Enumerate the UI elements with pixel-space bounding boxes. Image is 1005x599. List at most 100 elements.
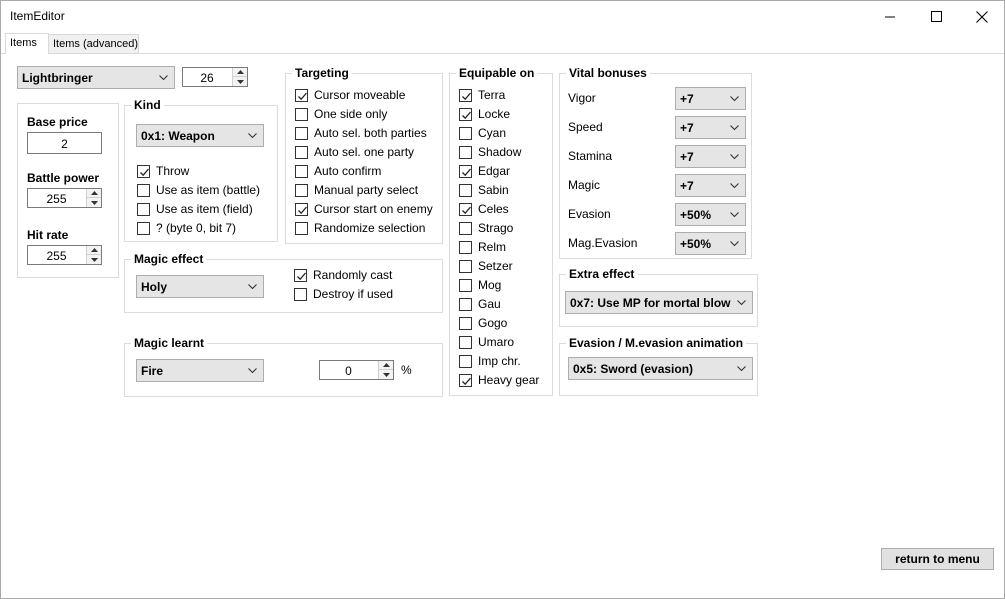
checkbox-label: Shadow	[478, 145, 522, 159]
tab-items[interactable]: Items	[5, 33, 49, 54]
checkbox-label: Randomize selection	[314, 221, 426, 235]
arrow-up-icon	[90, 248, 98, 252]
checkbox-box	[459, 89, 472, 102]
vital-label: Vigor	[568, 91, 596, 105]
vital-select-magic[interactable]: +7	[675, 174, 746, 197]
stepper-up-button[interactable]	[233, 68, 247, 77]
checkbox-box	[459, 146, 472, 159]
checkbox-label: Gogo	[478, 316, 508, 330]
vital-bonuses-group-title: Vital bonuses	[566, 66, 650, 80]
checkbox-box	[459, 260, 472, 273]
price-group: Base price 2 Battle power 255 Hit rate 2…	[17, 103, 119, 278]
evasion-animation-select[interactable]: 0x5: Sword (evasion)	[568, 357, 753, 380]
item-index-stepper[interactable]: 26	[182, 67, 248, 87]
stepper-up-button[interactable]	[87, 189, 101, 198]
checkbox-box	[295, 203, 308, 216]
chevron-down-icon	[159, 75, 168, 81]
close-button[interactable]	[959, 1, 1005, 32]
equipable-group: Equipable on Terra Locke Cyan Shadow Edgar Sa…	[449, 66, 553, 396]
minimize-button[interactable]	[867, 1, 913, 32]
base-price-input[interactable]: 2	[27, 132, 102, 154]
vital-select-mag-evasion[interactable]: +50%	[675, 232, 746, 255]
checkbox-box	[459, 241, 472, 254]
kind-select[interactable]: 0x1: Weapon	[136, 124, 264, 147]
checkbox-box	[459, 184, 472, 197]
vital-label: Evasion	[568, 207, 611, 221]
chevron-down-icon	[248, 284, 257, 290]
item-select[interactable]: Lightbringer	[17, 66, 175, 89]
checkmark-icon	[462, 377, 471, 386]
magic-effect-select[interactable]: Holy	[136, 275, 264, 298]
stepper-up-button[interactable]	[379, 361, 393, 370]
checkbox-box	[459, 336, 472, 349]
magic-learnt-value: Fire	[141, 364, 164, 378]
evasion-animation-group: Evasion / M.evasion animation 0x5: Sword…	[559, 336, 758, 396]
targeting-group-title: Targeting	[292, 66, 352, 80]
magic-effect-value: Holy	[141, 280, 168, 294]
checkmark-icon	[462, 206, 471, 215]
hit-rate-stepper[interactable]: 255	[27, 245, 102, 265]
extra-effect-group: Extra effect 0x7: Use MP for mortal blow	[559, 267, 758, 327]
item-select-value: Lightbringer	[22, 71, 93, 85]
kind-select-value: 0x1: Weapon	[141, 129, 215, 143]
hit-rate-value: 255	[46, 249, 67, 263]
stepper-down-button[interactable]	[87, 255, 101, 264]
vital-select-evasion[interactable]: +50%	[675, 203, 746, 226]
checkbox-label: Imp chr.	[478, 354, 521, 368]
learn-rate-stepper[interactable]: 0	[319, 360, 394, 380]
hit-rate-label: Hit rate	[27, 228, 69, 242]
extra-effect-select[interactable]: 0x7: Use MP for mortal blow	[565, 291, 753, 314]
checkbox-label: Celes	[478, 202, 509, 216]
checkbox-box	[459, 108, 472, 121]
checkbox-label: Mog	[478, 278, 502, 292]
checkbox-box	[295, 89, 308, 102]
vital-select-stamina[interactable]: +7	[675, 145, 746, 168]
chevron-down-icon	[730, 96, 739, 102]
checkbox-box	[459, 317, 472, 330]
checkbox-box	[459, 298, 472, 311]
checkbox-box	[459, 203, 472, 216]
extra-effect-value: 0x7: Use MP for mortal blow	[570, 296, 731, 310]
vital-select-speed[interactable]: +7	[675, 116, 746, 139]
stepper-up-button[interactable]	[87, 246, 101, 255]
stepper-down-button[interactable]	[379, 370, 393, 379]
checkbox-box	[459, 165, 472, 178]
chevron-down-icon	[730, 183, 739, 189]
stepper-down-button[interactable]	[233, 77, 247, 86]
minimize-icon	[884, 16, 895, 18]
vital-label: Magic	[568, 178, 601, 192]
checkbox-label: Relm	[478, 240, 507, 254]
chevron-down-icon	[730, 154, 739, 160]
checkmark-icon	[298, 92, 307, 101]
checkbox-label: Locke	[478, 107, 511, 121]
vital-value: +50%	[680, 208, 712, 222]
checkmark-icon	[462, 111, 471, 120]
maximize-button[interactable]	[913, 1, 959, 32]
return-to-menu-button[interactable]: return to menu	[881, 548, 994, 570]
evasion-animation-value: 0x5: Sword (evasion)	[573, 362, 694, 376]
targeting-group: Targeting Cursor moveable One side only Au…	[285, 66, 443, 244]
vital-value: +7	[680, 121, 694, 135]
vital-select-vigor[interactable]: +7	[675, 87, 746, 110]
tab-items-advanced[interactable]: Items (advanced)	[48, 34, 139, 54]
battle-power-label: Battle power	[27, 171, 100, 185]
checkbox-label: Cyan	[478, 126, 507, 140]
arrow-up-icon	[90, 191, 98, 195]
checkbox-box	[459, 374, 472, 387]
battle-power-stepper[interactable]: 255	[27, 188, 102, 208]
checkbox-label: Manual party select	[314, 183, 419, 197]
checkbox-label: Auto confirm	[314, 164, 382, 178]
equipable-group-title: Equipable on	[456, 66, 538, 80]
checkbox-box	[459, 127, 472, 140]
checkbox-label: Setzer	[478, 259, 513, 273]
magic-learnt-select[interactable]: Fire	[136, 359, 264, 382]
chevron-down-icon	[737, 300, 746, 306]
checkmark-icon	[140, 168, 149, 177]
evasion-animation-group-title: Evasion / M.evasion animation	[566, 336, 747, 350]
stepper-down-button[interactable]	[87, 198, 101, 207]
vital-label: Mag.Evasion	[568, 236, 638, 250]
checkbox-label: Strago	[478, 221, 514, 235]
percent-label: %	[401, 363, 412, 377]
vital-value: +50%	[680, 237, 712, 251]
checkbox-label: Cursor start on enemy	[314, 202, 433, 216]
